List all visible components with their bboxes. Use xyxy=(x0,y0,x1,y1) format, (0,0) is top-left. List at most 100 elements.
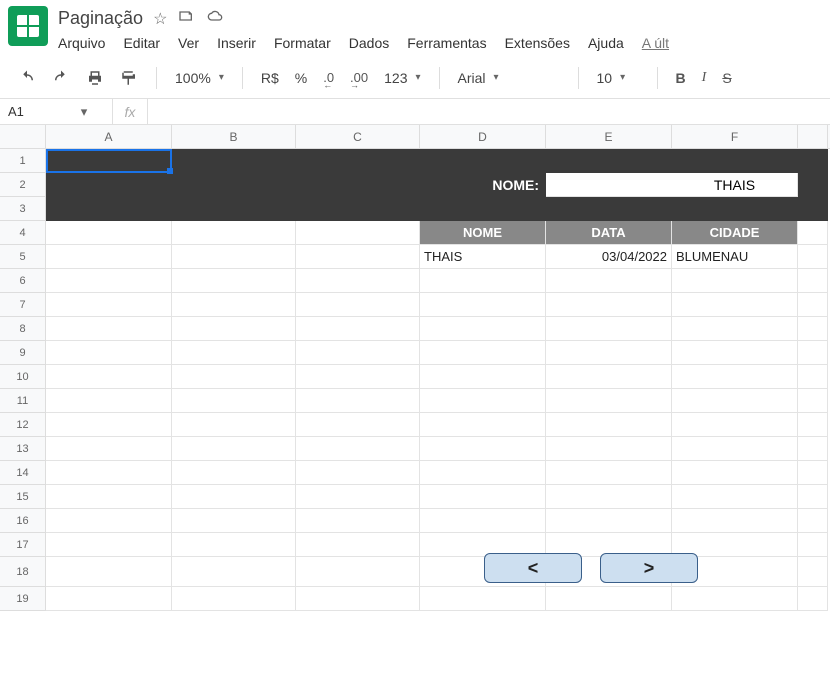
cell-C18[interactable] xyxy=(296,557,420,587)
row-header-8[interactable]: 8 xyxy=(0,317,46,341)
cell-C4[interactable] xyxy=(296,221,420,245)
cell-C12[interactable] xyxy=(296,413,420,437)
menu-arquivo[interactable]: Arquivo xyxy=(58,35,105,51)
spreadsheet-grid[interactable]: A B C D E F 1 2 NOME: THAIS xyxy=(0,125,830,611)
cell-G18[interactable] xyxy=(798,557,828,587)
cell-A4[interactable] xyxy=(46,221,172,245)
cell-G6[interactable] xyxy=(798,269,828,293)
cell-D5-nome[interactable]: THAIS xyxy=(420,245,546,269)
cell-C7[interactable] xyxy=(296,293,420,317)
cell-E2-nome-value[interactable] xyxy=(546,173,672,197)
number-format-select[interactable]: 123 xyxy=(380,68,424,88)
name-box-dropdown-icon[interactable]: ▾ xyxy=(56,104,112,120)
cell-A17[interactable] xyxy=(46,533,172,557)
cell-D3[interactable] xyxy=(420,197,546,221)
cell-F11[interactable] xyxy=(672,389,798,413)
row-header-4[interactable]: 4 xyxy=(0,221,46,245)
cell-F8[interactable] xyxy=(672,317,798,341)
cell-E19[interactable] xyxy=(546,587,672,611)
cell-E13[interactable] xyxy=(546,437,672,461)
cell-D10[interactable] xyxy=(420,365,546,389)
row-header-18[interactable]: 18 xyxy=(0,557,46,587)
cell-A12[interactable] xyxy=(46,413,172,437)
cell-A15[interactable] xyxy=(46,485,172,509)
select-all-corner[interactable] xyxy=(0,125,46,148)
cell-G13[interactable] xyxy=(798,437,828,461)
cell-A19[interactable] xyxy=(46,587,172,611)
cell-F5-cidade[interactable]: BLUMENAU xyxy=(672,245,798,269)
cell-A13[interactable] xyxy=(46,437,172,461)
row-header-7[interactable]: 7 xyxy=(0,293,46,317)
cell-F1[interactable] xyxy=(672,149,798,173)
font-size-select[interactable]: 10 xyxy=(593,68,643,88)
cell-C17[interactable] xyxy=(296,533,420,557)
cell-C19[interactable] xyxy=(296,587,420,611)
cell-E16[interactable] xyxy=(546,509,672,533)
name-box[interactable]: A1 xyxy=(0,104,56,119)
cell-F13[interactable] xyxy=(672,437,798,461)
cell-C8[interactable] xyxy=(296,317,420,341)
zoom-select[interactable]: 100% xyxy=(171,68,228,88)
cell-E11[interactable] xyxy=(546,389,672,413)
row-header-6[interactable]: 6 xyxy=(0,269,46,293)
menu-last-edit[interactable]: A últ xyxy=(642,35,669,51)
cell-D19[interactable] xyxy=(420,587,546,611)
cell-E14[interactable] xyxy=(546,461,672,485)
cell-B5[interactable] xyxy=(172,245,296,269)
doc-title[interactable]: Paginação xyxy=(58,8,143,29)
cell-C15[interactable] xyxy=(296,485,420,509)
cell-F12[interactable] xyxy=(672,413,798,437)
cell-D12[interactable] xyxy=(420,413,546,437)
menu-formatar[interactable]: Formatar xyxy=(274,35,331,51)
cell-E12[interactable] xyxy=(546,413,672,437)
cell-G17[interactable] xyxy=(798,533,828,557)
cell-A3[interactable] xyxy=(46,197,172,221)
cell-B10[interactable] xyxy=(172,365,296,389)
cell-G7[interactable] xyxy=(798,293,828,317)
cell-B18[interactable] xyxy=(172,557,296,587)
undo-icon[interactable] xyxy=(14,67,40,89)
cell-D9[interactable] xyxy=(420,341,546,365)
prev-page-button[interactable]: < xyxy=(484,553,582,583)
cell-B16[interactable] xyxy=(172,509,296,533)
cell-E6[interactable] xyxy=(546,269,672,293)
cell-G8[interactable] xyxy=(798,317,828,341)
cell-E1[interactable] xyxy=(546,149,672,173)
star-icon[interactable]: ☆ xyxy=(153,9,167,29)
cell-C11[interactable] xyxy=(296,389,420,413)
cell-G15[interactable] xyxy=(798,485,828,509)
menu-inserir[interactable]: Inserir xyxy=(217,35,256,51)
cell-G4[interactable] xyxy=(798,221,828,245)
cell-G5[interactable] xyxy=(798,245,828,269)
cell-C3[interactable] xyxy=(296,197,420,221)
table-header-data[interactable]: DATA xyxy=(546,221,672,245)
cell-D1[interactable] xyxy=(420,149,546,173)
cell-E8[interactable] xyxy=(546,317,672,341)
row-header-16[interactable]: 16 xyxy=(0,509,46,533)
cell-G19[interactable] xyxy=(798,587,828,611)
cell-C14[interactable] xyxy=(296,461,420,485)
move-icon[interactable] xyxy=(177,8,195,29)
cell-F2-nome-value[interactable]: THAIS xyxy=(672,173,798,197)
cell-A18[interactable] xyxy=(46,557,172,587)
cell-B15[interactable] xyxy=(172,485,296,509)
row-header-14[interactable]: 14 xyxy=(0,461,46,485)
cell-D13[interactable] xyxy=(420,437,546,461)
row-header-1[interactable]: 1 xyxy=(0,149,46,173)
cell-B9[interactable] xyxy=(172,341,296,365)
col-header-D[interactable]: D xyxy=(420,125,546,148)
cell-G14[interactable] xyxy=(798,461,828,485)
cell-G2[interactable] xyxy=(798,173,828,197)
cell-A8[interactable] xyxy=(46,317,172,341)
cell-C10[interactable] xyxy=(296,365,420,389)
print-icon[interactable] xyxy=(82,67,108,89)
formula-input[interactable] xyxy=(148,99,830,124)
cell-C5[interactable] xyxy=(296,245,420,269)
redo-icon[interactable] xyxy=(48,67,74,89)
menu-dados[interactable]: Dados xyxy=(349,35,389,51)
cell-D14[interactable] xyxy=(420,461,546,485)
row-header-13[interactable]: 13 xyxy=(0,437,46,461)
cell-F9[interactable] xyxy=(672,341,798,365)
cell-E3[interactable] xyxy=(546,197,672,221)
cell-D7[interactable] xyxy=(420,293,546,317)
